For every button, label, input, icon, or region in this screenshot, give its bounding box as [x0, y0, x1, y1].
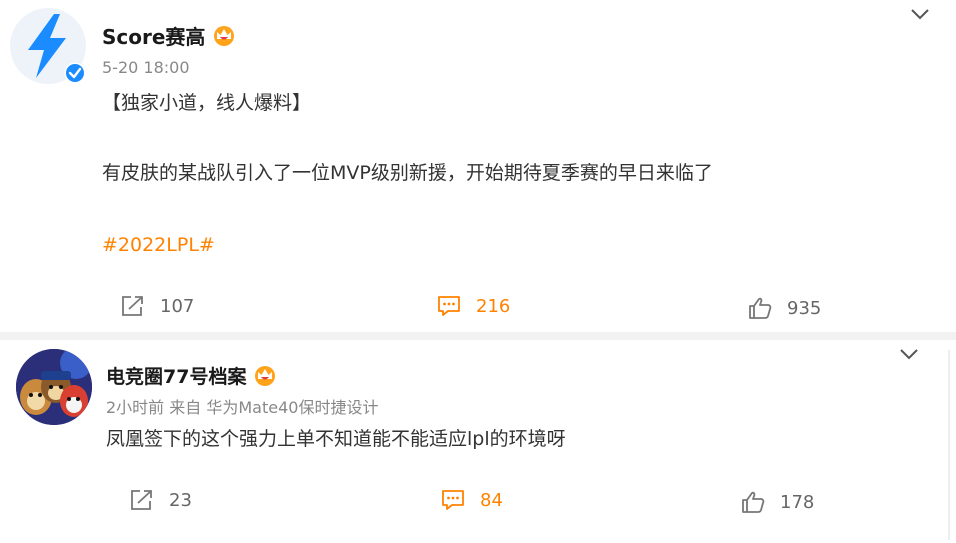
comment-icon: [442, 490, 464, 510]
chevron-down-icon: [911, 9, 929, 20]
comment-like-count: 178: [780, 491, 815, 513]
comment-card: 电竞圈77号档案 2小时前 来自 华为Mate40保时捷设计 凤凰签下的这个强力…: [0, 340, 956, 543]
author-name[interactable]: Score赛高: [102, 25, 205, 49]
right-edge-divider: [948, 350, 950, 540]
verified-icon: [64, 62, 86, 84]
comment-comment-button[interactable]: 84: [440, 488, 503, 512]
commenter-avatar[interactable]: [16, 349, 92, 425]
repost-count: 107: [160, 295, 195, 317]
comment-icon: [438, 296, 460, 316]
post-time: 5-20 18:00: [102, 58, 190, 77]
repost-button[interactable]: 107: [120, 294, 194, 318]
commenter-name[interactable]: 电竞圈77号档案: [106, 365, 246, 389]
comment-text: 凤凰签下的这个强力上单不知道能不能适应lpl的环境呀: [106, 428, 566, 450]
cartoon-dogs-avatar-image: [16, 349, 92, 425]
post-text-line-1: 【独家小道，线人爆料】: [102, 92, 312, 114]
comment-like-button[interactable]: 178: [740, 490, 814, 514]
share-icon: [122, 296, 143, 316]
thumbs-up-icon: [742, 491, 765, 513]
crown-badge-icon: [252, 364, 278, 390]
comment-button[interactable]: 216: [436, 294, 510, 318]
comment-comment-count: 84: [480, 489, 503, 511]
thumbs-up-icon: [749, 297, 772, 319]
share-icon: [131, 490, 152, 510]
comment-more-button[interactable]: [897, 344, 921, 364]
comment-repost-button[interactable]: 23: [129, 488, 192, 512]
post-text-line-2: 有皮肤的某战队引入了一位MVP级别新援，开始期待夏季赛的早日来临了: [102, 162, 713, 184]
like-button[interactable]: 935: [747, 296, 821, 320]
comment-repost-count: 23: [169, 489, 192, 511]
comment-count: 216: [476, 295, 511, 317]
more-button[interactable]: [908, 4, 932, 24]
hashtag-link[interactable]: #2022LPL#: [102, 232, 215, 258]
post-card: Score赛高 5-20 18:00 【独家小道，线人爆料】 有皮肤的某战队引入…: [0, 0, 956, 340]
comment-meta: 2小时前 来自 华为Mate40保时捷设计: [106, 398, 379, 417]
like-count: 935: [787, 297, 822, 319]
crown-badge-icon: [211, 24, 237, 50]
chevron-down-icon: [900, 349, 918, 360]
card-divider: [0, 332, 956, 340]
